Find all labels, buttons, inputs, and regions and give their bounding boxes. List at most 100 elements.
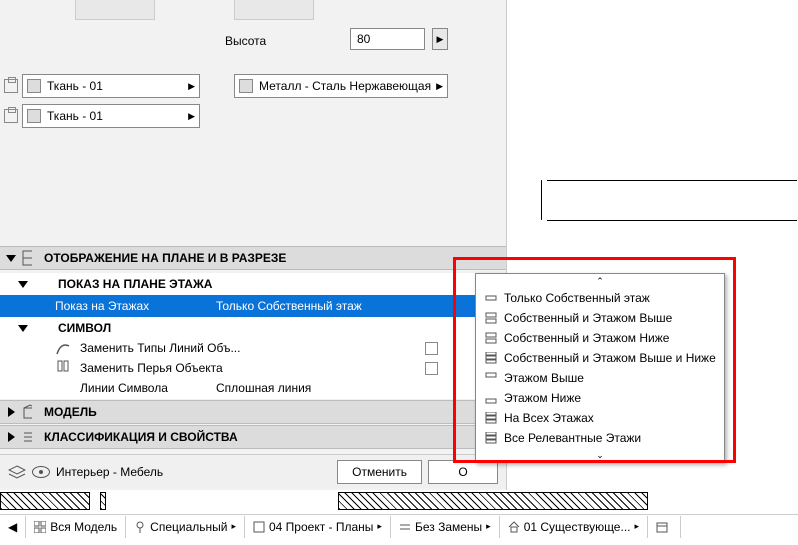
tab-prev[interactable]: ◀ bbox=[0, 516, 26, 538]
checkbox[interactable] bbox=[425, 342, 438, 355]
line-type-icon bbox=[55, 340, 71, 356]
tab-no-replace[interactable]: Без Замены ▸ bbox=[391, 516, 500, 538]
floor-icon bbox=[484, 351, 498, 365]
plan-icon bbox=[253, 521, 265, 533]
pin-icon bbox=[134, 521, 146, 533]
print-icon bbox=[4, 79, 18, 93]
chevron-down-icon bbox=[18, 323, 28, 333]
property-value: Сплошная линия bbox=[216, 381, 311, 395]
dialog-footer: Интерьер - Мебель Отменить О bbox=[0, 454, 506, 488]
height-label: Высота bbox=[225, 34, 266, 48]
calendar-icon bbox=[656, 521, 668, 533]
section-title: МОДЕЛЬ bbox=[44, 405, 97, 419]
section-title: ОТОБРАЖЕНИЕ НА ПЛАНЕ И В РАЗРЕЗЕ bbox=[44, 251, 286, 265]
row-replace-line-types[interactable]: Заменить Типы Линий Объ... bbox=[0, 337, 506, 359]
tab-all-model[interactable]: Вся Модель bbox=[26, 516, 126, 538]
scroll-down[interactable]: ⌄ bbox=[476, 448, 724, 462]
material-name: Ткань - 01 bbox=[47, 109, 103, 123]
chevron-right-icon: ▸ bbox=[634, 521, 639, 532]
floor-icon bbox=[484, 311, 498, 325]
property-label: Заменить Типы Линий Объ... bbox=[80, 341, 240, 355]
tab-label: 01 Существующе... bbox=[524, 520, 631, 534]
material-fabric-row-1[interactable]: Ткань - 01 ▶ bbox=[4, 74, 200, 98]
property-value: Только Собственный этаж bbox=[216, 299, 362, 313]
dropdown-item[interactable]: Собственный и Этажом Ниже bbox=[476, 328, 724, 348]
material-metal-row[interactable]: Металл - Сталь Нержавеющая ▶ bbox=[234, 74, 448, 98]
layer-name: Интерьер - Мебель bbox=[56, 465, 163, 479]
layers-icon bbox=[8, 465, 26, 479]
height-spinner[interactable]: ▶ bbox=[432, 28, 448, 50]
row-symbol-lines[interactable]: Линии Символа Сплошная линия bbox=[0, 377, 506, 399]
subsection-title: ПОКАЗ НА ПЛАНЕ ЭТАЖА bbox=[58, 277, 212, 291]
print-icon bbox=[4, 109, 18, 123]
floor-icon bbox=[484, 331, 498, 345]
chevron-right-icon: ▸ bbox=[377, 521, 382, 532]
swatch-icon bbox=[27, 79, 41, 93]
swatch-icon bbox=[27, 109, 41, 123]
chevron-right-icon: ▸ bbox=[486, 521, 491, 532]
plan-section-icon bbox=[22, 250, 38, 266]
swap-icon bbox=[399, 521, 411, 533]
chevron-right-icon bbox=[6, 407, 16, 417]
grid-icon bbox=[34, 521, 46, 533]
chevron-right-icon: ▶ bbox=[188, 111, 195, 122]
section-classification-header[interactable]: КЛАССИФИКАЦИЯ И СВОЙСТВА bbox=[0, 425, 506, 449]
floor-icon bbox=[484, 431, 498, 445]
tab-project-plans[interactable]: 04 Проект - Планы ▸ bbox=[245, 516, 391, 538]
floor-icon bbox=[484, 371, 498, 385]
tab-special[interactable]: Специальный ▸ bbox=[126, 516, 245, 538]
row-show-on-floors[interactable]: Показ на Этажах Только Собственный этаж … bbox=[0, 295, 506, 317]
dropdown-item[interactable]: Все Релевантные Этажи bbox=[476, 428, 724, 448]
tab-label: 04 Проект - Планы bbox=[269, 520, 373, 534]
eye-icon bbox=[32, 466, 50, 478]
chevron-right-icon bbox=[6, 432, 16, 442]
house-icon bbox=[508, 521, 520, 533]
tab-more[interactable] bbox=[648, 516, 681, 538]
dropdown-item[interactable]: Собственный и Этажом Выше и Ниже bbox=[476, 348, 724, 368]
preview-thumb-1 bbox=[75, 0, 155, 20]
drawing-line bbox=[547, 220, 797, 221]
model-icon bbox=[22, 404, 38, 420]
preview-thumb-2 bbox=[234, 0, 314, 20]
chevron-down-icon bbox=[18, 279, 28, 289]
drawing-line bbox=[547, 180, 797, 181]
chevron-down-icon bbox=[6, 253, 16, 263]
subsection-floor-plan-show[interactable]: ПОКАЗ НА ПЛАНЕ ЭТАЖА bbox=[0, 273, 506, 295]
floor-icon bbox=[484, 291, 498, 305]
chevron-left-icon: ◀ bbox=[8, 520, 17, 534]
row-replace-pens[interactable]: Заменить Перья Объекта bbox=[0, 357, 506, 379]
tab-existing[interactable]: 01 Существующе...▸ bbox=[500, 516, 648, 538]
tab-label: Вся Модель bbox=[50, 520, 117, 534]
dropdown-item[interactable]: На Всех Этажах bbox=[476, 408, 724, 428]
section-model-header[interactable]: МОДЕЛЬ bbox=[0, 400, 506, 424]
property-label: Линии Символа bbox=[80, 381, 168, 395]
scroll-up[interactable]: ⌃ bbox=[476, 274, 724, 288]
section-display-header[interactable]: ОТОБРАЖЕНИЕ НА ПЛАНЕ И В РАЗРЕЗЕ bbox=[0, 246, 506, 270]
tab-label: Специальный bbox=[150, 520, 227, 534]
material-fabric-row-2[interactable]: Ткань - 01 ▶ bbox=[4, 104, 200, 128]
dropdown-item[interactable]: Этажом Ниже bbox=[476, 388, 724, 408]
material-name: Ткань - 01 bbox=[47, 79, 103, 93]
dropdown-item[interactable]: Только Собственный этаж bbox=[476, 288, 724, 308]
subsection-symbol[interactable]: СИМВОЛ bbox=[0, 317, 506, 339]
floor-icon bbox=[484, 411, 498, 425]
height-input[interactable] bbox=[350, 28, 425, 50]
cancel-button[interactable]: Отменить bbox=[337, 460, 422, 484]
property-label: Заменить Перья Объекта bbox=[80, 361, 223, 375]
section-hatch bbox=[0, 490, 798, 512]
ok-button[interactable]: О bbox=[428, 460, 498, 484]
view-tabs: ◀ Вся Модель Специальный ▸ 04 Проект - Пл… bbox=[0, 514, 798, 538]
dropdown-item[interactable]: Этажом Выше bbox=[476, 368, 724, 388]
checkbox[interactable] bbox=[425, 362, 438, 375]
drawing-line bbox=[541, 180, 542, 220]
tab-label: Без Замены bbox=[415, 520, 482, 534]
subsection-title: СИМВОЛ bbox=[58, 321, 111, 335]
floor-icon bbox=[484, 391, 498, 405]
section-title: КЛАССИФИКАЦИЯ И СВОЙСТВА bbox=[44, 430, 238, 444]
property-label: Показ на Этажах bbox=[55, 299, 149, 313]
chevron-right-icon: ▸ bbox=[231, 521, 236, 532]
list-icon bbox=[22, 429, 38, 445]
material-name: Металл - Сталь Нержавеющая bbox=[259, 79, 431, 93]
dropdown-item[interactable]: Собственный и Этажом Выше bbox=[476, 308, 724, 328]
pen-icon bbox=[55, 360, 71, 376]
